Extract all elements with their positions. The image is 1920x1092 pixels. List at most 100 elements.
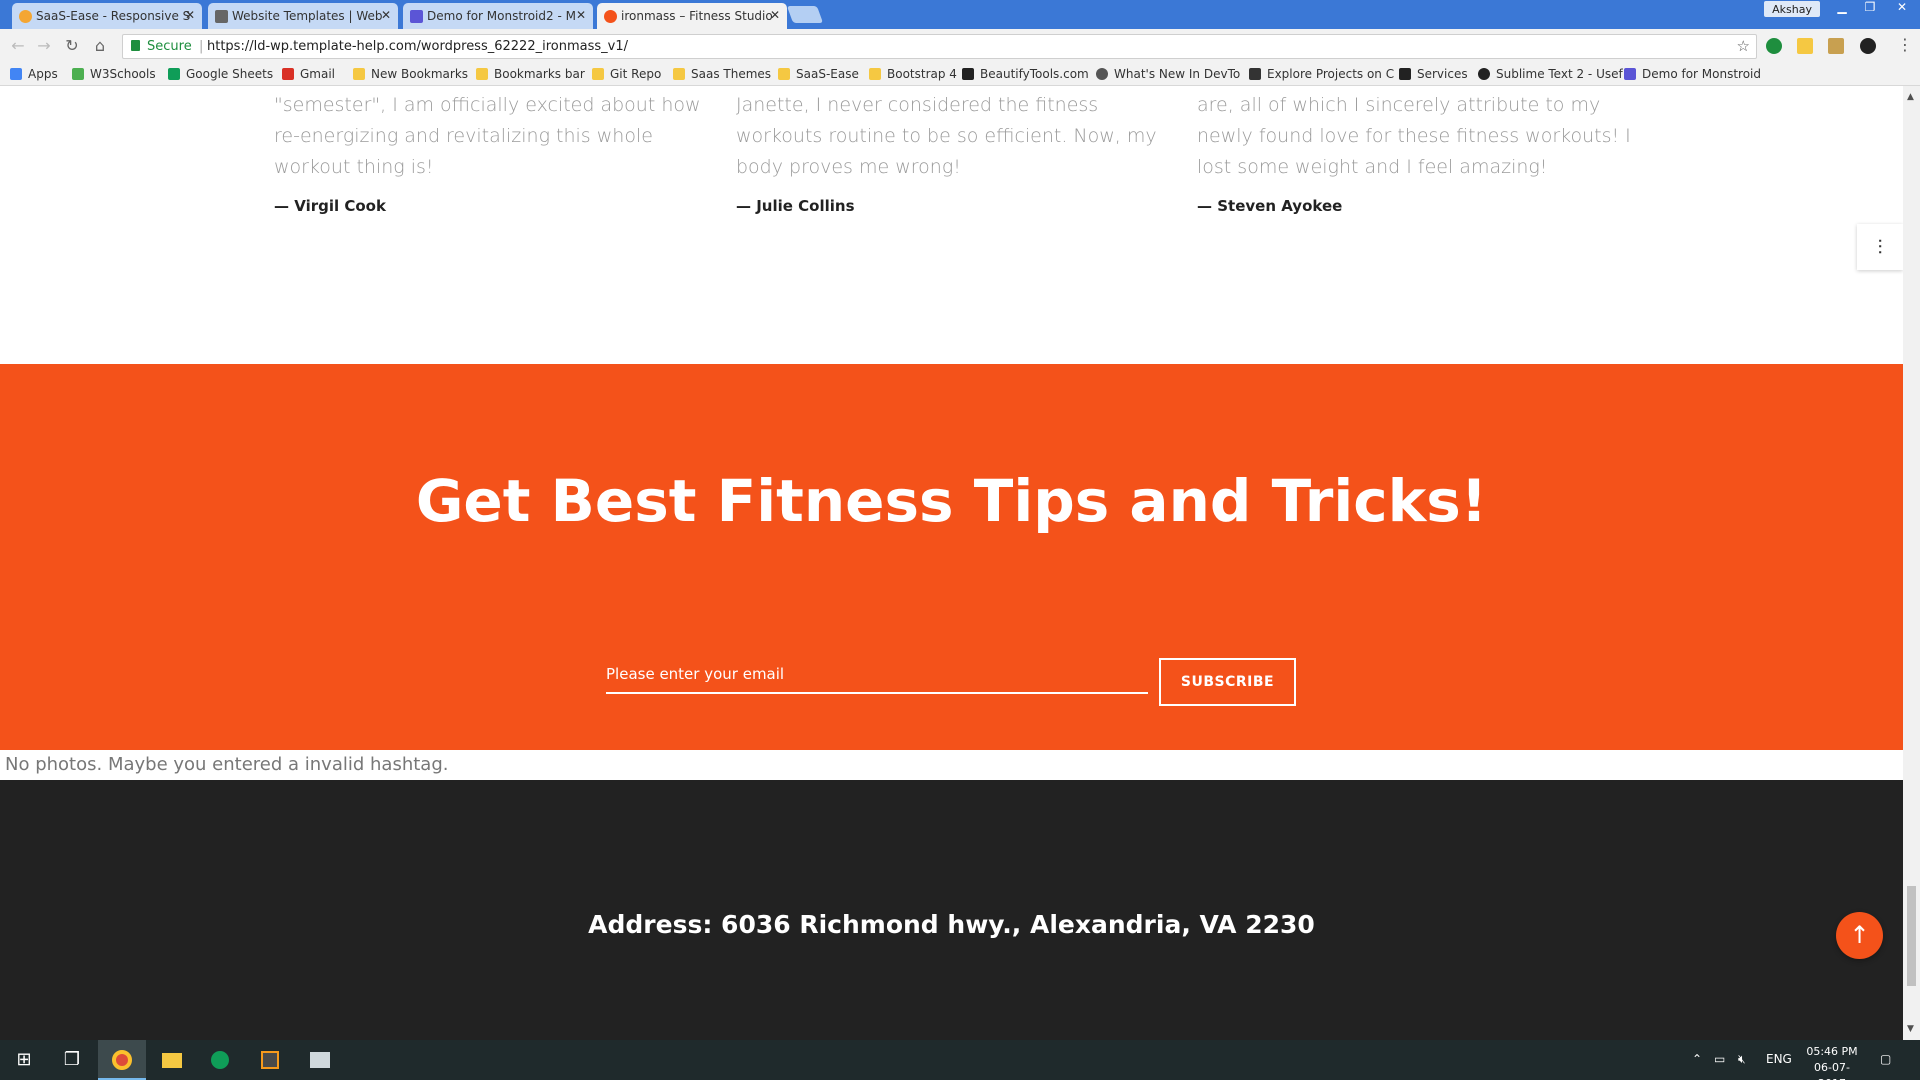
testimonial-author: — Steven Ayokee (1197, 197, 1343, 215)
bookmark-gmail[interactable]: Gmail (282, 67, 335, 81)
language-indicator[interactable]: ENG (1766, 1052, 1792, 1066)
bookmark-label: New Bookmarks (371, 67, 469, 81)
folder-icon (476, 68, 488, 80)
bookmark-saas-ease[interactable]: SaaS-Ease (778, 67, 859, 81)
browser-tab-4-active[interactable]: ironmass – Fitness Studio ✕ (597, 3, 787, 29)
extension-flag-icon[interactable] (1828, 38, 1844, 54)
bookmark-new-bookmarks[interactable]: New Bookmarks (353, 67, 468, 81)
bookmark-label: SaaS-Ease (796, 67, 859, 81)
testimonial-quote: "semester", I am officially excited abou… (274, 94, 701, 178)
chrome-taskbar-icon[interactable] (98, 1040, 146, 1080)
bookmark-bootstrap-4[interactable]: Bootstrap 4 (869, 67, 957, 81)
sheets-icon (168, 68, 180, 80)
gmail-icon (282, 68, 294, 80)
tab-title: SaaS-Ease - Responsive S (36, 9, 191, 23)
tab-title: Demo for Monstroid2 - M (427, 9, 576, 23)
newsletter-heading-text: Get Best Fitness Tips and Tricks! (415, 467, 1488, 535)
close-tab-icon[interactable]: ✕ (770, 8, 780, 22)
bookmark-monstroid[interactable]: Demo for Monstroid (1624, 67, 1761, 81)
bookmark-label: Bootstrap 4 (887, 67, 957, 81)
subscribe-button[interactable]: SUBSCRIBE (1159, 658, 1296, 706)
browser-tab-1[interactable]: SaaS-Ease - Responsive S ✕ (12, 3, 202, 29)
scroll-to-top-button[interactable]: ↑ (1836, 912, 1883, 959)
bookmark-label: Explore Projects on C (1267, 67, 1395, 81)
system-clock[interactable]: 05:46 PM 06-07-2017 (1802, 1044, 1862, 1092)
folder-icon (778, 68, 790, 80)
extension-green-icon[interactable] (1766, 38, 1782, 54)
email-input[interactable] (606, 656, 1148, 694)
testimonial-author: — Virgil Cook (274, 197, 386, 215)
profile-name[interactable]: Akshay (1764, 1, 1820, 17)
task-view-icon[interactable]: ❐ (48, 1040, 96, 1080)
scroll-down-arrow-icon[interactable]: ▼ (1907, 1024, 1914, 1034)
bookmark-label: Apps (28, 67, 58, 81)
bookmark-label: Demo for Monstroid (1642, 67, 1762, 81)
page-scrollbar[interactable]: ▲ ▼ (1903, 86, 1920, 1040)
bookmark-apps[interactable]: Apps (10, 67, 58, 81)
reload-icon[interactable]: ↻ (62, 36, 82, 56)
bookmark-w3schools[interactable]: W3Schools (72, 67, 156, 81)
bookmark-google-sheets[interactable]: Google Sheets (168, 67, 273, 81)
tab-title: ironmass – Fitness Studio (621, 9, 773, 23)
sublime-text-icon[interactable] (246, 1040, 294, 1080)
bookmark-label: Bookmarks bar (494, 67, 585, 81)
scroll-up-arrow-icon[interactable]: ▲ (1907, 92, 1914, 102)
browser-tab-2[interactable]: Website Templates | Web ✕ (208, 3, 398, 29)
minimize-icon[interactable]: ▁ (1828, 0, 1856, 20)
close-tab-icon[interactable]: ✕ (576, 8, 586, 22)
testimonial-1: "semester", I am officially excited abou… (274, 90, 714, 215)
scrollbar-thumb[interactable] (1907, 886, 1916, 986)
bookmark-sublime[interactable]: Sublime Text 2 - Usef (1478, 67, 1623, 81)
app-window-icon[interactable] (296, 1040, 344, 1080)
bt-icon (962, 68, 974, 80)
new-tab-button[interactable] (786, 6, 824, 23)
website-templates-favicon-icon (215, 10, 228, 23)
bookmark-star-icon[interactable]: ☆ (1737, 37, 1750, 55)
windows-taskbar: ⊞ ❐ ⌃ ▭ 🔇︎ ENG 05:46 PM 06-07-2017 ▢ (0, 1040, 1920, 1090)
extension-dark-icon[interactable] (1860, 38, 1876, 54)
tray-chevron-icon[interactable]: ⌃ (1692, 1052, 1702, 1066)
bookmark-saas-themes[interactable]: Saas Themes (673, 67, 771, 81)
folder-icon (592, 68, 604, 80)
home-icon[interactable]: ⌂ (90, 36, 110, 56)
window-close-icon[interactable]: ✕ (1884, 0, 1920, 20)
bookmark-services[interactable]: Services (1399, 67, 1468, 81)
action-center-icon[interactable]: ▢ (1880, 1052, 1891, 1066)
close-tab-icon[interactable]: ✕ (185, 8, 195, 22)
windows-start-icon[interactable]: ⊞ (0, 1040, 48, 1080)
address-bar[interactable]: Secure | https://ld-wp.template-help.com… (122, 34, 1757, 59)
tumblr-icon (1399, 68, 1411, 80)
forward-icon[interactable]: → (34, 36, 54, 56)
testimonial-quote: are, all of which I sincerely attribute … (1197, 94, 1631, 178)
bookmark-label: Google Sheets (186, 67, 274, 81)
bookmark-git-repo[interactable]: Git Repo (592, 67, 661, 81)
close-tab-icon[interactable]: ✕ (381, 8, 391, 22)
saas-ease-favicon-icon (19, 10, 32, 23)
omnibox-separator: | (199, 39, 204, 54)
network-icon[interactable]: ▭ (1714, 1052, 1725, 1066)
codepen-icon (1249, 68, 1261, 80)
bookmark-beautifytools[interactable]: BeautifyTools.com (962, 67, 1089, 81)
w3schools-icon (72, 68, 84, 80)
apps-grid-icon (10, 68, 22, 80)
clock-time: 05:46 PM (1806, 1045, 1858, 1058)
volume-muted-icon[interactable]: 🔇︎ (1738, 1052, 1746, 1067)
bookmark-devtools[interactable]: What's New In DevTo (1096, 67, 1240, 81)
ironmass-favicon-icon (604, 10, 617, 23)
file-explorer-icon[interactable] (148, 1040, 196, 1080)
url-text[interactable]: https://ld-wp.template-help.com/wordpres… (207, 39, 628, 54)
footer-address: Address: 6036 Richmond hwy., Alexandria,… (588, 910, 1315, 939)
hangouts-icon[interactable] (196, 1040, 244, 1080)
browser-tab-strip: SaaS-Ease - Responsive S ✕ Website Templ… (0, 0, 1920, 29)
bookmark-codepen[interactable]: Explore Projects on C (1249, 67, 1394, 81)
bookmark-bookmarks-bar[interactable]: Bookmarks bar (476, 67, 585, 81)
restore-icon[interactable]: ❐ (1856, 0, 1884, 20)
bookmark-label: Saas Themes (691, 67, 772, 81)
testimonial-quote: Janette, I never considered the fitness … (736, 94, 1157, 178)
tab-title: Website Templates | Web (232, 9, 383, 23)
back-icon[interactable]: ← (8, 36, 28, 56)
extension-star-icon[interactable] (1797, 38, 1813, 54)
settings-sliders-icon[interactable]: ⫶ (1857, 224, 1903, 270)
browser-tab-3[interactable]: Demo for Monstroid2 - M ✕ (403, 3, 593, 29)
chrome-menu-icon[interactable]: ⋮ (1897, 35, 1913, 54)
